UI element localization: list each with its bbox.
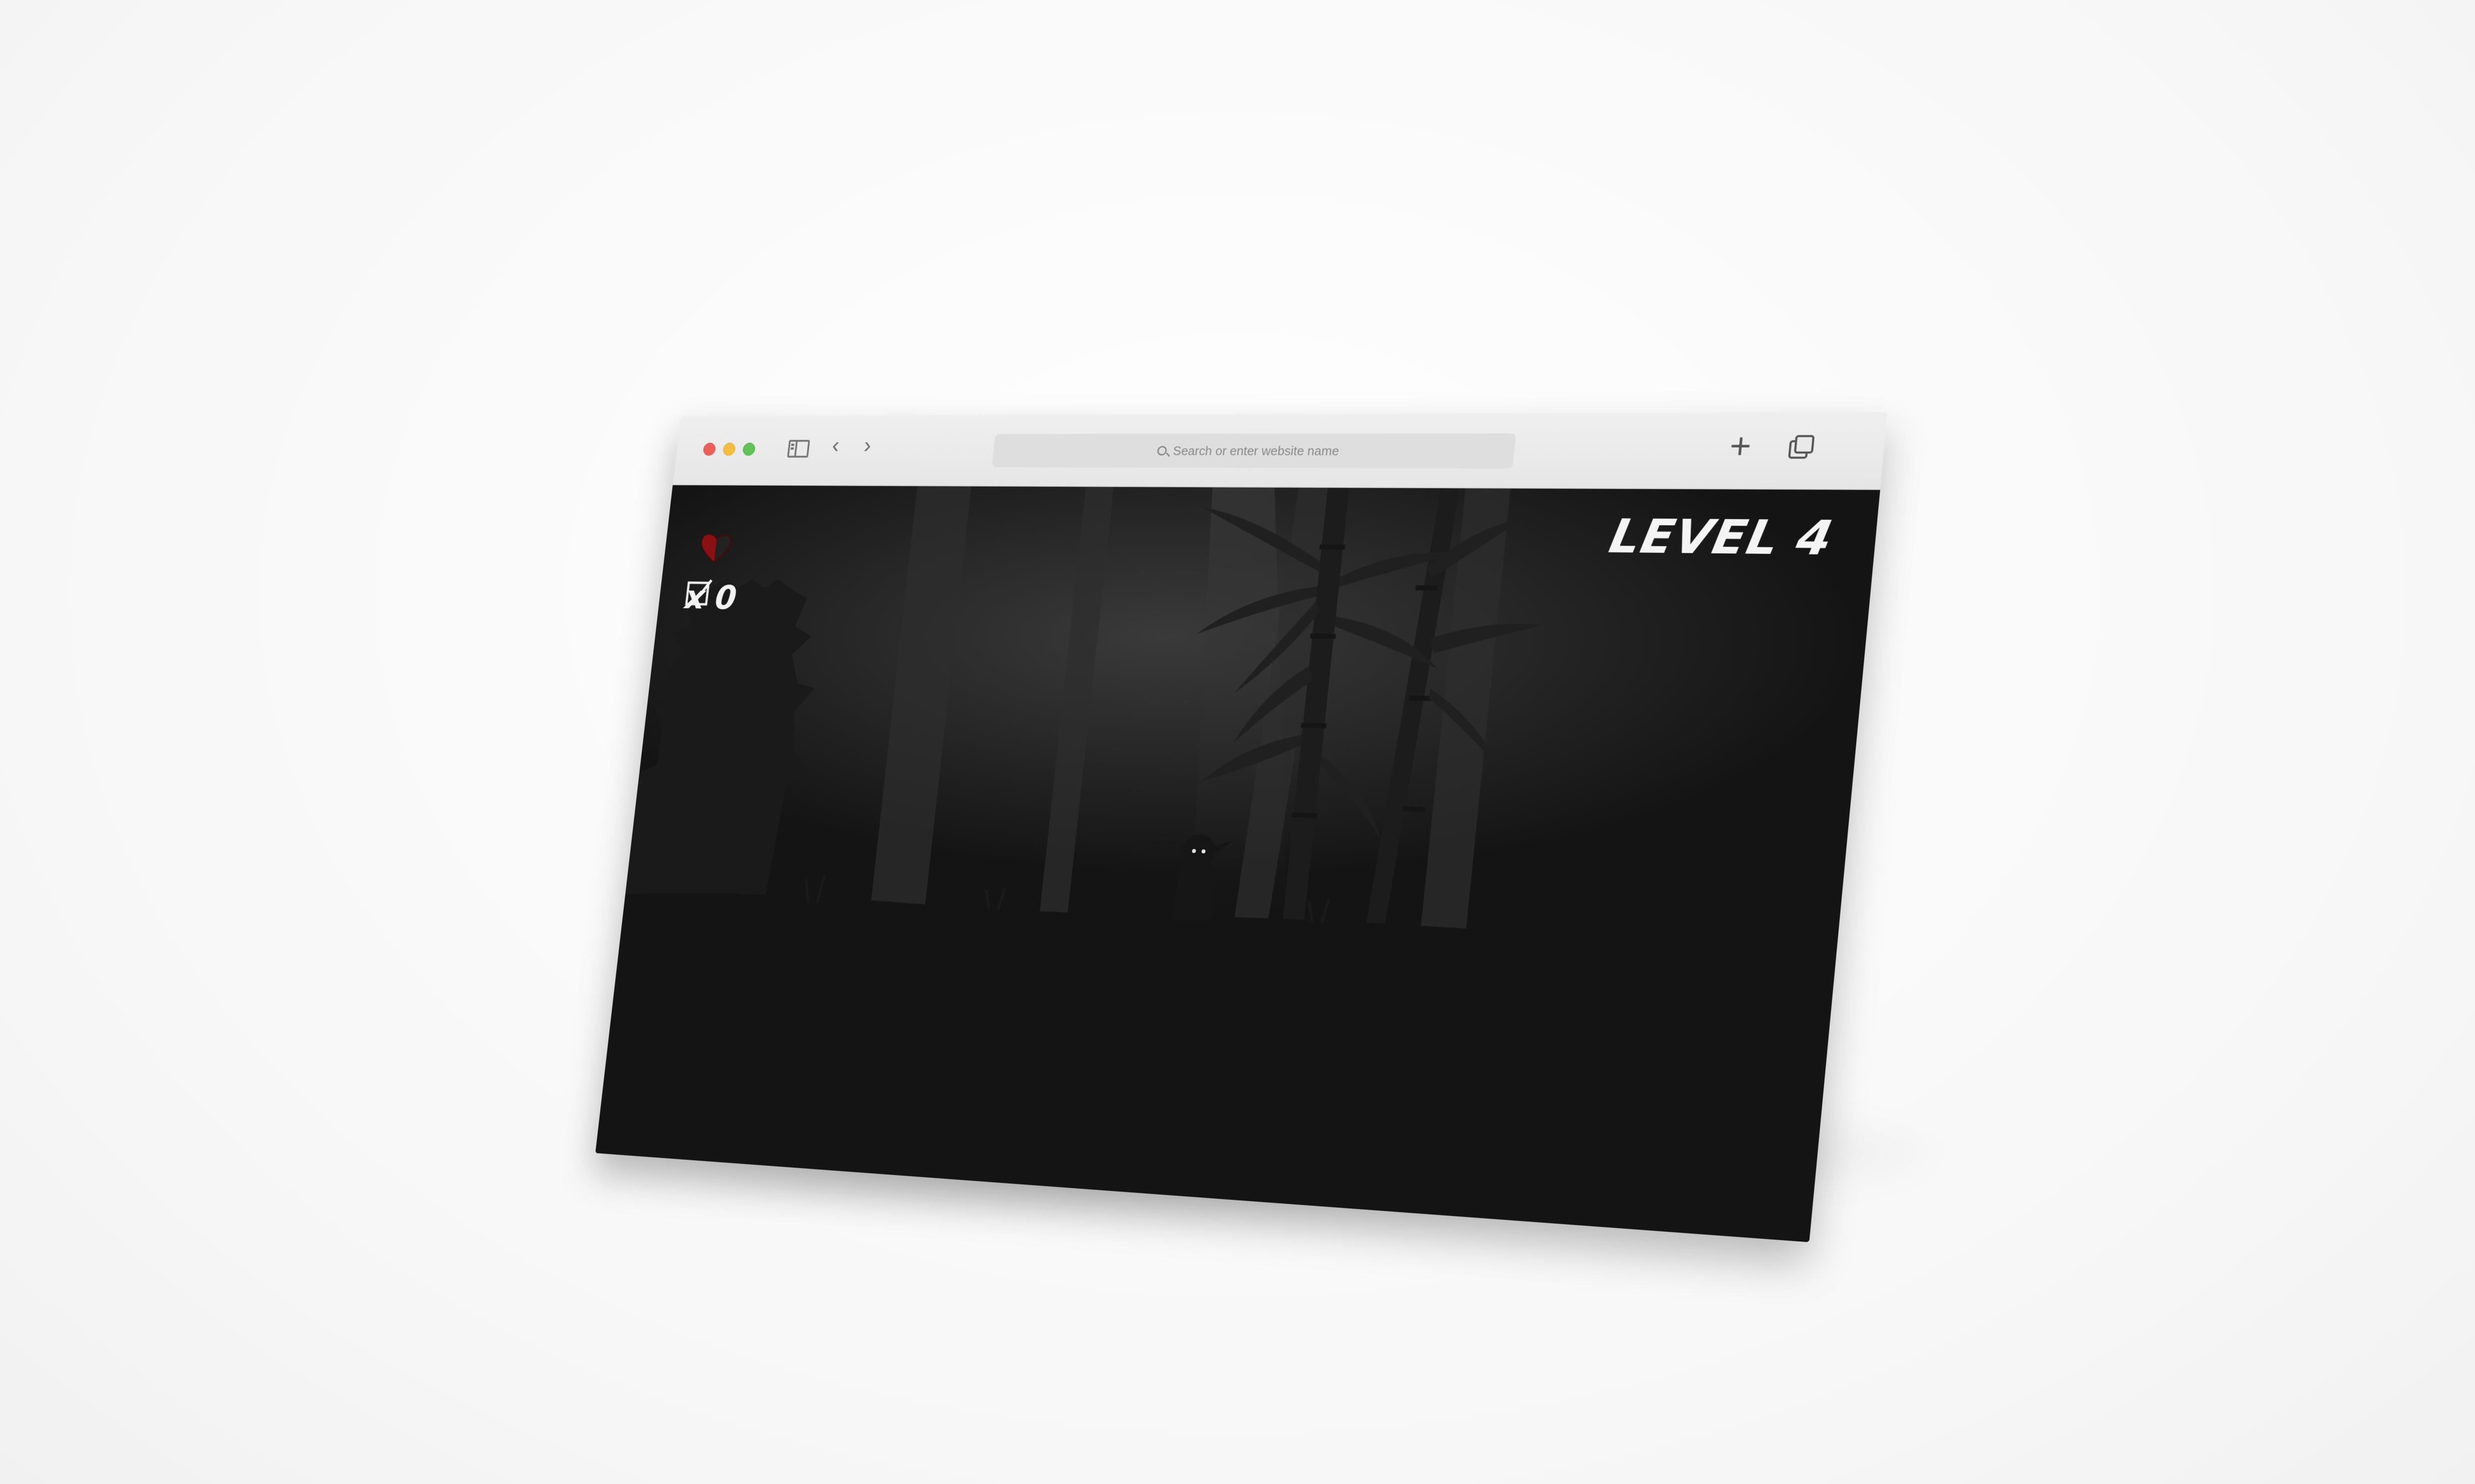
browser-window: ‹ › Search or enter website name + x 0 L… [595,412,1888,1242]
chevron-left-icon[interactable]: ‹ [831,433,841,457]
checkbox-icon [684,578,714,607]
maximize-window-button[interactable] [742,443,756,456]
level-label: LEVEL 4 [1605,509,1838,566]
mockup-stage: ‹ › Search or enter website name + x 0 L… [0,0,2475,1484]
address-bar[interactable]: Search or enter website name [991,433,1516,469]
game-scenery [595,485,1881,1242]
browser-toolbar: ‹ › Search or enter website name + [673,412,1888,490]
tabs-icon[interactable] [1788,435,1816,460]
search-icon [1156,445,1167,456]
close-window-button[interactable] [702,443,716,456]
chevron-right-icon[interactable]: › [863,433,873,457]
collected-counter: x 0 [683,578,739,617]
minimize-window-button[interactable] [722,443,736,456]
address-placeholder: Search or enter website name [1172,443,1340,458]
new-tab-button[interactable]: + [1728,426,1753,466]
game-canvas[interactable]: x 0 LEVEL 4 [595,485,1881,1242]
heart-half-icon [698,532,734,564]
sidebar-icon[interactable] [787,440,810,458]
